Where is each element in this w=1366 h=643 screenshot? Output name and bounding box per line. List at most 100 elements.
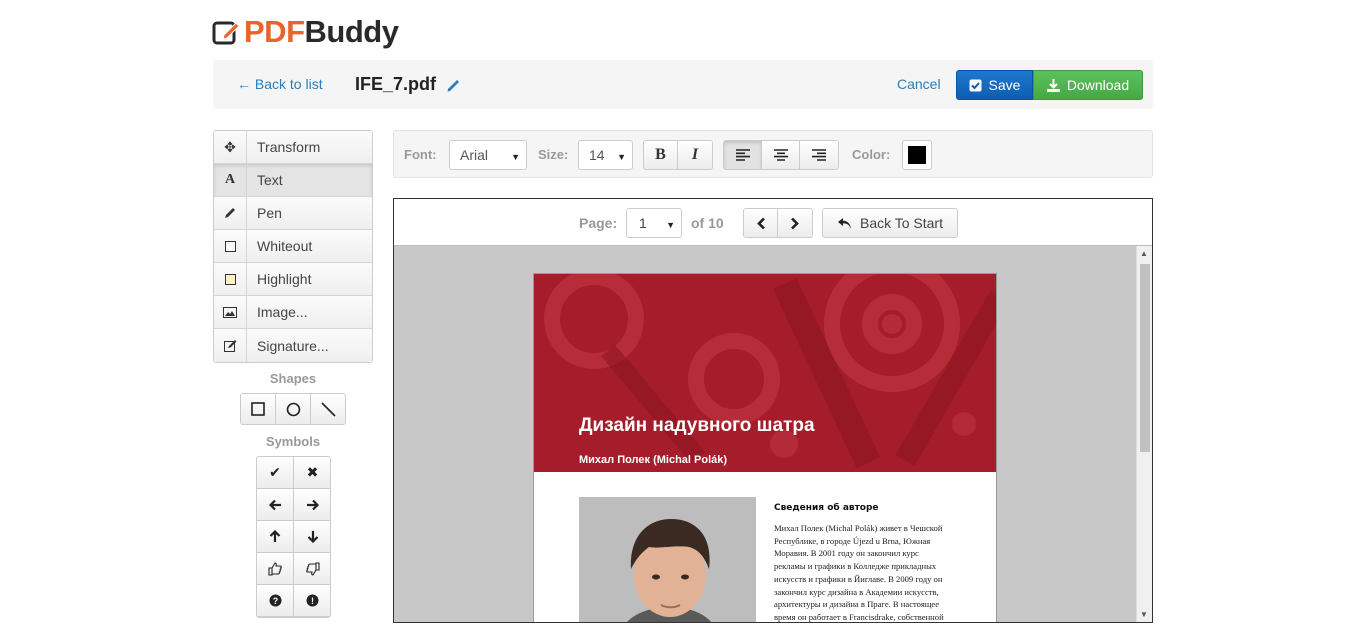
exclamation-symbol-button[interactable]: ! — [294, 585, 330, 617]
scroll-down-arrow-icon[interactable]: ▼ — [1140, 610, 1148, 619]
cross-icon: ✖ — [306, 464, 319, 480]
about-line: время он работает в Francisdrake, собств… — [774, 611, 944, 622]
about-line: искусств и графики в Йиглаве. В 2009 год… — [774, 573, 943, 584]
align-left-button[interactable] — [724, 141, 762, 169]
caret-down-icon: ▼ — [666, 220, 675, 230]
page-navigation-bar: Page: 1 ▼ of 10 Back To Start — [394, 199, 1152, 246]
cancel-link[interactable]: Cancel — [897, 76, 941, 92]
arrow-down-symbol-button[interactable] — [294, 521, 330, 553]
page-count: of 10 — [691, 215, 724, 231]
about-author-text: Михал Полек (Michal Polák) живет в Чешск… — [774, 522, 959, 622]
exclamation-icon: ! — [306, 594, 319, 607]
caret-down-icon: ▼ — [617, 152, 626, 162]
line-shape-button[interactable] — [311, 394, 345, 424]
pdf-article-title: Дизайн надувного шатра — [579, 415, 815, 436]
undo-arrow-icon — [837, 217, 851, 229]
cross-symbol-button[interactable]: ✖ — [294, 457, 330, 489]
about-line: Моравия. В 2001 году он закончил курс — [774, 548, 919, 559]
pdf-viewer: Page: 1 ▼ of 10 Back To Start Дизайн над… — [393, 198, 1153, 623]
download-button[interactable]: Download — [1033, 70, 1143, 100]
color-picker[interactable] — [902, 140, 932, 170]
align-center-button[interactable] — [762, 141, 800, 169]
circle-icon — [286, 402, 300, 416]
move-icon: ✥ — [214, 130, 247, 164]
pencil-icon — [214, 196, 247, 230]
scroll-thumb[interactable] — [1140, 264, 1150, 452]
bold-button[interactable]: B — [644, 141, 678, 169]
pdf-canvas-area[interactable]: Дизайн надувного шатра Михал Полек (Mich… — [394, 246, 1136, 622]
align-left-icon — [735, 149, 750, 161]
checkbox-icon — [969, 79, 982, 91]
check-symbol-button[interactable]: ✔ — [257, 457, 294, 489]
tool-text[interactable]: A Text — [214, 163, 372, 197]
text-format-toolbar: Font: Arial ▼ Size: 14 ▼ B I Color: — [393, 130, 1153, 178]
author-photo — [579, 497, 756, 622]
back-to-list-link[interactable]: ← Back to list — [237, 76, 323, 92]
arrow-left-symbol-button[interactable] — [257, 489, 294, 521]
thumbs-down-symbol-button[interactable] — [294, 553, 330, 585]
tool-whiteout[interactable]: Whiteout — [214, 229, 372, 263]
arrow-up-symbol-button[interactable] — [257, 521, 294, 553]
signature-icon — [214, 329, 247, 362]
tool-pen[interactable]: Pen — [214, 196, 372, 230]
font-label: Font: — [404, 147, 437, 162]
tool-label: Transform — [257, 139, 321, 155]
download-label: Download — [1066, 77, 1130, 93]
question-symbol-button[interactable]: ? — [257, 585, 294, 617]
document-header-bar: ← Back to list IFE_7.pdf Cancel Save Dow… — [213, 60, 1153, 109]
thumbs-down-icon — [305, 561, 320, 576]
tool-label: Text — [257, 172, 283, 188]
tool-transform[interactable]: ✥ Transform — [214, 130, 372, 164]
text-icon: A — [214, 163, 247, 197]
font-select[interactable]: Arial ▼ — [449, 140, 527, 170]
about-line: закончил курс дизайна в Академии искусст… — [774, 586, 939, 597]
size-select-value: 14 — [589, 147, 605, 163]
save-button[interactable]: Save — [956, 70, 1033, 100]
scroll-up-arrow-icon[interactable]: ▲ — [1140, 249, 1148, 258]
align-center-icon — [773, 149, 788, 161]
tool-signature[interactable]: Signature... — [214, 329, 372, 362]
size-select[interactable]: 14 ▼ — [578, 140, 633, 170]
tool-highlight[interactable]: Highlight — [214, 262, 372, 296]
about-author-heading: Сведения об авторе — [774, 503, 879, 513]
arrow-right-symbol-button[interactable] — [294, 489, 330, 521]
rectangle-shape-button[interactable] — [241, 394, 276, 424]
shapes-group — [240, 393, 346, 425]
file-name: IFE_7.pdf — [355, 74, 437, 94]
page-nav-group — [743, 208, 813, 238]
logo-text-buddy: Buddy — [304, 14, 399, 49]
pdfbuddy-logo[interactable]: PDF Buddy — [212, 14, 399, 50]
page-select-value: 1 — [639, 215, 647, 231]
font-select-value: Arial — [460, 147, 489, 163]
arrow-left-icon — [268, 499, 281, 510]
rename-pencil-icon[interactable] — [446, 77, 462, 93]
size-label: Size: — [538, 147, 569, 162]
bold-icon: B — [655, 146, 666, 163]
back-to-start-button[interactable]: Back To Start — [822, 208, 958, 238]
tool-image[interactable]: Image... — [214, 295, 372, 329]
align-right-button[interactable] — [800, 141, 838, 169]
about-line: рекламы и графики в Колледже прикладных — [774, 561, 937, 572]
italic-button[interactable]: I — [678, 141, 712, 169]
alignment-button-group — [723, 140, 839, 170]
color-swatch-fill — [908, 146, 926, 164]
author-portrait-graphic — [579, 497, 756, 622]
about-line: архитектуры и дизайна в Праге. В настоящ… — [774, 599, 940, 610]
pdf-page[interactable]: Дизайн надувного шатра Михал Полек (Mich… — [533, 273, 997, 622]
viewer-scrollbar[interactable]: ▲ ▼ — [1136, 246, 1152, 622]
style-button-group: B I — [643, 140, 713, 170]
align-right-icon — [812, 149, 826, 161]
italic-icon: I — [691, 146, 699, 163]
circle-shape-button[interactable] — [276, 394, 311, 424]
thumbs-up-symbol-button[interactable] — [257, 553, 294, 585]
previous-page-button[interactable] — [744, 209, 778, 237]
svg-text:?: ? — [272, 596, 278, 606]
symbols-group: ✔ ✖ ? ! — [256, 456, 331, 618]
whiteout-square-icon — [214, 229, 247, 263]
chevron-left-icon — [756, 217, 765, 229]
next-page-button[interactable] — [778, 209, 812, 237]
shapes-heading: Shapes — [269, 371, 317, 386]
line-icon — [320, 401, 336, 417]
page-select[interactable]: 1 ▼ — [626, 208, 682, 238]
pdf-cover-banner — [534, 274, 996, 472]
